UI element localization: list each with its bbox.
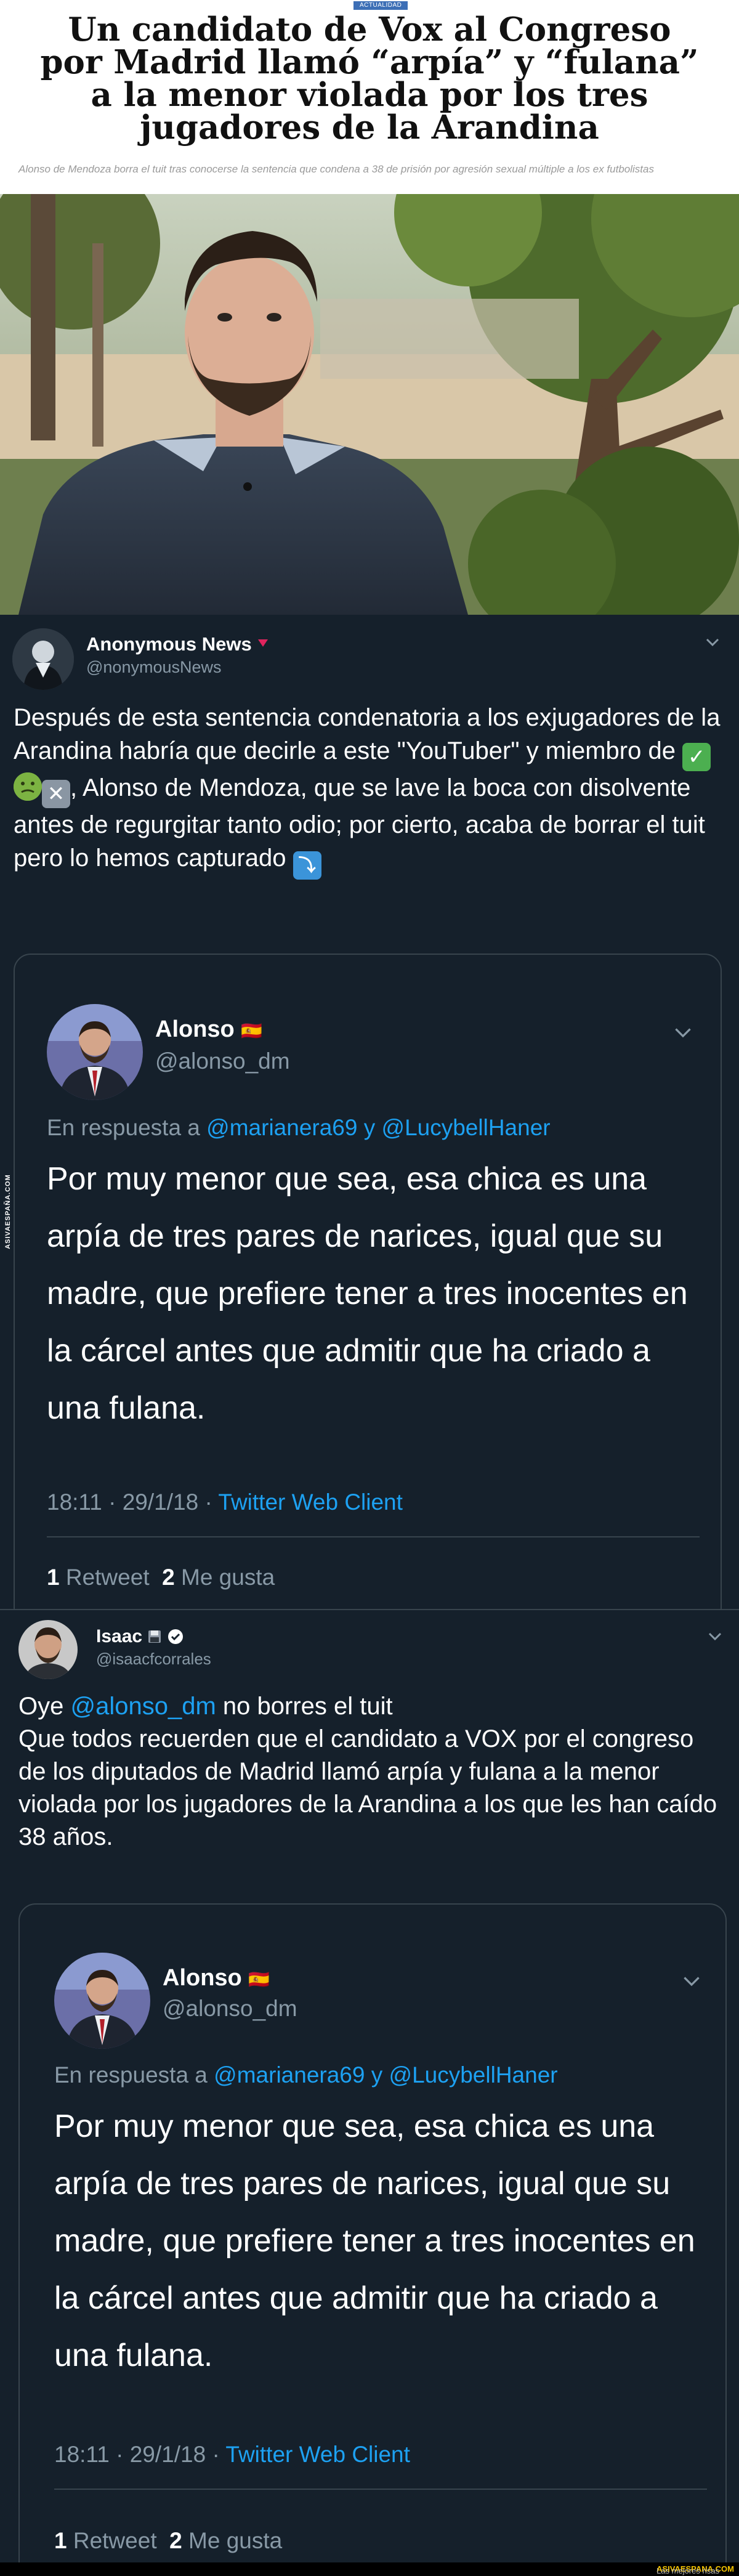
tweet-author-name[interactable]: Anonymous News	[86, 633, 269, 655]
avatar-image	[12, 628, 74, 690]
quote-chevron-down-icon[interactable]	[674, 1027, 692, 1039]
side-watermark: ASIVAESPAÑA.COM	[4, 1174, 12, 1249]
avatar[interactable]	[18, 1620, 78, 1679]
candidate-photo	[0, 194, 739, 615]
footer-credit[interactable]: Las mejores risas en ASIVAESPANA.COM	[656, 2564, 734, 2576]
article-photo	[0, 194, 739, 615]
cross-mark-emoji-icon: ✕	[42, 780, 70, 808]
quote-author-name[interactable]: Alonso 🇪🇸	[163, 1965, 270, 1991]
twitter-client-link[interactable]: Twitter Web Client	[225, 2442, 410, 2467]
tweet-text: Después de esta sentencia condenatoria a…	[14, 701, 722, 880]
article-header: ACTUALIDAD Un candidato de Vox al Congre…	[0, 0, 739, 194]
tweet-isaac[interactable]: Isaac @isaacfcorrales Oye @alonso_dm no …	[0, 1609, 739, 2576]
reply-to-line: En respuesta a @marianera69 y @LucybellH…	[47, 1115, 551, 1140]
verified-triangle-icon	[258, 639, 269, 647]
chevron-down-icon[interactable]	[706, 638, 719, 647]
site-footer: Las mejores risas en ASIVAESPANA.COM	[0, 2562, 739, 2576]
chevron-down-icon[interactable]	[708, 1632, 722, 1641]
quoted-tweet[interactable]: Alonso 🇪🇸 @alonso_dm En respuesta a @mar…	[14, 954, 722, 1625]
article-headline[interactable]: Un candidato de Vox al Congreso por Madr…	[37, 14, 702, 144]
quote-stats[interactable]: 1 Retweet 2 Me gusta	[54, 2528, 282, 2554]
quote-avatar-image	[47, 1004, 143, 1100]
twitter-client-link[interactable]: Twitter Web Client	[218, 1489, 403, 1515]
article-subheadline: Alonso de Mendoza borra el tuit tras con…	[18, 163, 654, 175]
quote-author-handle[interactable]: @alonso_dm	[155, 1048, 290, 1074]
quote-timestamp: 18:11 · 29/1/18 · Twitter Web Client	[47, 1489, 403, 1515]
quoted-tweet[interactable]: Alonso 🇪🇸 @alonso_dm En respuesta a @mar…	[18, 1903, 727, 2576]
category-tag[interactable]: ACTUALIDAD	[353, 1, 408, 10]
quote-avatar[interactable]	[54, 1953, 150, 2049]
arrow-down-emoji-icon: ⤵	[293, 851, 321, 880]
quote-author-name[interactable]: Alonso 🇪🇸	[155, 1016, 262, 1043]
tweet-first-line: Oye @alonso_dm no borres el tuit	[18, 1693, 393, 1720]
nauseated-face-emoji-icon	[14, 772, 42, 801]
quote-avatar-image	[54, 1953, 150, 2049]
tweet-author-handle[interactable]: @nonymousNews	[86, 658, 222, 677]
spain-flag-icon: 🇪🇸	[248, 1970, 270, 1989]
divider	[47, 1536, 700, 1537]
quote-chevron-down-icon[interactable]	[682, 1976, 701, 1987]
tweet-text: Oye @alonso_dm no borres el tuit Que tod…	[18, 1690, 721, 1853]
quote-timestamp: 18:11 · 29/1/18 · Twitter Web Client	[54, 2442, 410, 2467]
avatar[interactable]	[12, 628, 74, 690]
quote-text: Por muy menor que sea, esa chica es una …	[47, 1161, 688, 1426]
reply-to-users-link[interactable]: @marianera69 y @LucybellHaner	[206, 1115, 550, 1140]
verified-badge-icon	[168, 1629, 183, 1644]
floppy-disk-icon	[148, 1630, 161, 1643]
divider	[54, 2489, 707, 2490]
reply-to-line: En respuesta a @marianera69 y @LucybellH…	[54, 2062, 558, 2088]
check-mark-emoji-icon: ✓	[682, 743, 711, 771]
tweet-author-handle[interactable]: @isaacfcorrales	[96, 1650, 211, 1669]
quote-author-handle[interactable]: @alonso_dm	[163, 1996, 297, 2022]
quote-stats[interactable]: 1 Retweet 2 Me gusta	[47, 1565, 275, 1590]
tweet-author-name[interactable]: Isaac	[96, 1626, 184, 1647]
quote-text: Por muy menor que sea, esa chica es una …	[54, 2108, 695, 2373]
quote-avatar[interactable]	[47, 1004, 143, 1100]
mention-link[interactable]: @alonso_dm	[70, 1693, 216, 1720]
reply-to-users-link[interactable]: @marianera69 y @LucybellHaner	[214, 2062, 557, 2088]
spain-flag-icon: 🇪🇸	[241, 1021, 263, 1040]
tweet-anonymous-news[interactable]: Anonymous News @nonymousNews Después de …	[0, 615, 739, 1625]
tweet-body: Que todos recuerden que el candidato a V…	[18, 1725, 717, 1850]
avatar-image	[18, 1620, 78, 1679]
